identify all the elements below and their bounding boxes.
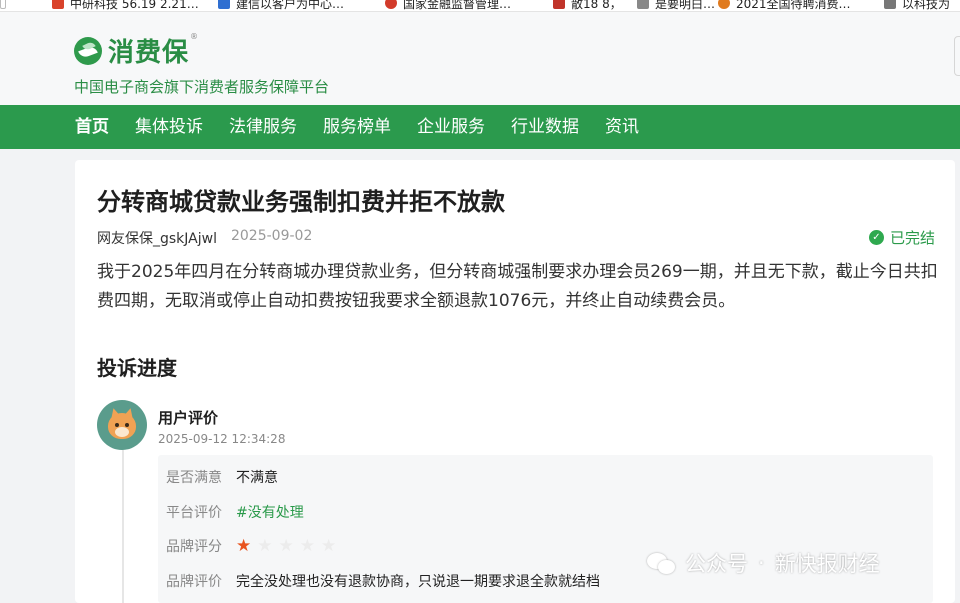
evaluation-time: 2025-09-12 12:34:28	[158, 432, 286, 446]
header-side-button[interactable]	[954, 36, 960, 76]
star-icon: ★	[321, 536, 337, 556]
nav-item-legal-services[interactable]: 法律服务	[229, 105, 297, 149]
bookmarks-bar: 中研科技 56.19 2.21… 建信以客户为中心… 国家金融监督管理… 散18…	[0, 0, 960, 12]
bookmark-label: 建信以客户为中心…	[236, 0, 345, 11]
platform-label: 平台评价	[166, 505, 222, 521]
bookmark-edge-icon	[0, 0, 6, 9]
complaint-content: 我于2025年四月在分转商城办理贷款业务，但分转商城强制要求办理会员269一期，…	[97, 262, 938, 311]
nav-item-home[interactable]: 首页	[75, 105, 109, 149]
bookmark-item[interactable]: 是要明白…	[637, 0, 716, 11]
bookmark-label: 中研科技 56.19 2.21…	[70, 0, 199, 11]
nav-item-news[interactable]: 资讯	[605, 105, 639, 149]
star-icon: ★	[299, 536, 315, 556]
brand-review-label: 品牌评价	[166, 574, 222, 590]
complaint-title: 分转商城贷款业务强制扣费并拒不放款	[97, 188, 505, 216]
nav-item-group-complaints[interactable]: 集体投诉	[135, 105, 203, 149]
bookmark-label: 以科技为	[902, 0, 951, 11]
progress-section-title: 投诉进度	[97, 356, 177, 380]
bookmark-item[interactable]: 中研科技 56.19 2.21…	[52, 0, 199, 11]
site-slogan: 中国电子商会旗下消费者服务保障平台	[74, 78, 330, 96]
site-logo[interactable]: 消费保 ®	[74, 32, 198, 69]
registered-mark: ®	[190, 32, 199, 41]
main-nav: 首页 集体投诉 法律服务 服务榜单 企业服务 行业数据 资讯	[0, 105, 960, 149]
platform-row: 平台评价 #没有处理	[166, 502, 304, 522]
star-icon: ★	[236, 536, 252, 556]
watermark: 公众号 · 新快报财经	[647, 548, 880, 578]
nav-item-industry-data[interactable]: 行业数据	[511, 105, 579, 149]
satisfied-label: 是否满意	[166, 470, 222, 486]
bookmark-item[interactable]: 国家金融监督管理…	[385, 0, 512, 11]
complaint-user[interactable]: 网友保保_gskJAjwl	[97, 228, 217, 248]
orange-bookmark-icon	[718, 0, 730, 9]
leaf-logo-icon	[74, 36, 102, 65]
bank-bookmark-icon	[553, 0, 565, 9]
wechat-icon	[647, 550, 677, 576]
bookmark-label: 2021全国待聘消费…	[736, 0, 851, 11]
evaluation-box: 是否满意 不满意 平台评价 #没有处理 品牌评分 ★ ★ ★ ★ ★ 品牌评价 完全没处…	[158, 455, 933, 603]
complaint-meta: 网友保保_gskJAjwl 2025-09-02	[97, 228, 312, 248]
avatar	[97, 400, 147, 450]
brand-score-label: 品牌评分	[166, 539, 222, 555]
satisfied-value: 不满意	[236, 470, 278, 486]
bookmark-item[interactable]: 2021全国待聘消费…	[718, 0, 851, 11]
watermark-separator: ·	[758, 551, 765, 575]
star-rating: ★ ★ ★ ★ ★	[236, 536, 342, 556]
logo-text: 消费保	[108, 38, 190, 68]
bookmark-item[interactable]: 散18 8，	[553, 0, 622, 11]
brand-score-row: 品牌评分 ★ ★ ★ ★ ★	[166, 536, 342, 556]
complaint-date: 2025-09-02	[230, 228, 313, 244]
bookmark-label: 散18 8，	[571, 0, 622, 11]
status-label: 已完结	[889, 229, 935, 247]
gray-bookmark-icon	[884, 0, 896, 9]
cat-eye-icon	[115, 423, 119, 427]
status-badge: ✓ 已完结	[868, 227, 935, 248]
star-icon: ★	[278, 536, 294, 556]
watermark-prefix: 公众号	[685, 552, 748, 576]
bookmark-item[interactable]	[0, 0, 12, 11]
complaint-card: 分转商城贷款业务强制扣费并拒不放款 网友保保_gskJAjwl 2025-09-…	[75, 160, 955, 603]
blue-bookmark-icon	[218, 0, 230, 9]
brand-review-value: 完全没处理也没有退款协商，只说退一期要求退全款就结档	[236, 574, 600, 590]
satisfied-row: 是否满意 不满意	[166, 467, 278, 487]
star-icon: ★	[257, 536, 273, 556]
cat-eye-icon	[125, 423, 129, 427]
platform-value[interactable]: #没有处理	[236, 502, 304, 522]
nav-item-enterprise-services[interactable]: 企业服务	[417, 105, 485, 149]
brand-review-row: 品牌评价 完全没处理也没有退款协商，只说退一期要求退全款就结档	[166, 571, 600, 591]
nav-item-service-rankings[interactable]: 服务榜单	[323, 105, 391, 149]
site-header: 消费保 ® 中国电子商会旗下消费者服务保障平台	[0, 12, 960, 105]
emblem-bookmark-icon	[385, 0, 397, 9]
gray-bookmark-icon	[637, 0, 649, 9]
bookmark-label: 国家金融监督管理…	[403, 0, 512, 11]
bookmark-item[interactable]: 建信以客户为中心…	[218, 0, 345, 11]
evaluation-title: 用户评价	[158, 409, 219, 427]
bookmark-item[interactable]: 以科技为	[884, 0, 951, 11]
timeline-line	[122, 448, 124, 603]
watermark-name: 新快报财经	[774, 552, 880, 576]
red-bookmark-icon	[52, 0, 64, 9]
bookmark-label: 是要明白…	[655, 0, 716, 11]
cat-muzzle-icon	[115, 427, 129, 437]
check-circle-icon: ✓	[868, 230, 884, 245]
